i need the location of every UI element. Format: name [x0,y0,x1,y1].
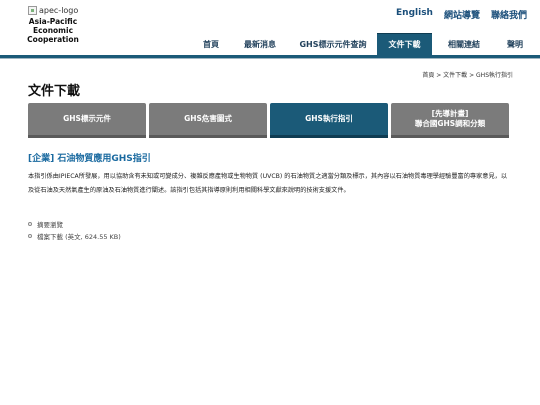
description-text: 本指引係由IPIECA所發展，用以協助含有未知或可變成分、複雜反應產物或生物物質… [28,173,508,194]
nav-underline-shadow [0,58,540,59]
tab-ghs-label-elements[interactable]: GHS標示元件 [28,103,146,138]
nav-statement[interactable]: 聲明 [496,33,534,55]
summary-view-link[interactable]: 摘要瀏覽 [37,219,63,229]
nav-links[interactable]: 相關連結 [432,33,496,55]
main-nav: 首頁 最新消息 GHS標示元件查詢 文件下載 相關連結 聲明 [191,33,534,55]
nav-ghs-query[interactable]: GHS標示元件查詢 [289,33,377,55]
logo-text: Asia-Pacific Economic Cooperation [8,17,98,44]
tab-pilot-project[interactable]: [先導計畫] 聯合國GHS調和分類 [391,103,509,138]
list-item: 檔案下載 (英文, 624.55 KB) [28,230,121,242]
logo-line1: Asia-Pacific [28,17,78,26]
nav-home[interactable]: 首頁 [191,33,231,55]
breadcrumb: 首頁 > 文件下載 > GHS執行指引 [422,72,513,79]
logo-area[interactable]: apec-logo Asia-Pacific Economic Cooperat… [8,6,98,44]
logo-alt-text: apec-logo [39,6,79,15]
utility-links: English 網站導覽 聯絡我們 [396,8,527,21]
nav-news[interactable]: 最新消息 [231,33,289,55]
tab-label: GHS執行指引 [305,114,353,123]
logo-line2: Economic Cooperation [27,26,79,44]
apec-logo[interactable]: apec-logo [28,6,98,15]
tab-label: GHS危害圖式 [184,114,232,123]
english-link[interactable]: English [396,8,433,21]
tab-label-line1: [先導計畫] [431,109,469,118]
document-links: 摘要瀏覽 檔案下載 (英文, 624.55 KB) [28,218,121,242]
page-title: 文件下載 [28,84,81,99]
section-title: [企業] 石油物質應用GHS指引 [28,154,151,164]
sitemap-link[interactable]: 網站導覽 [444,8,480,21]
circle-bullet-icon [28,222,32,226]
page: apec-logo Asia-Pacific Economic Cooperat… [0,0,540,405]
tab-label: GHS標示元件 [63,114,111,123]
nav-downloads[interactable]: 文件下載 [377,33,432,55]
broken-image-icon [28,6,37,15]
file-download-link[interactable]: 檔案下載 (英文, 624.55 KB) [37,231,121,241]
tab-label-line2: 聯合國GHS調和分類 [414,119,486,128]
contact-link[interactable]: 聯絡我們 [491,8,527,21]
tab-ghs-guidance[interactable]: GHS執行指引 [270,103,388,138]
download-tabs: GHS標示元件 GHS危害圖式 GHS執行指引 [先導計畫] 聯合國GHS調和分… [28,103,509,138]
list-item: 摘要瀏覽 [28,218,121,230]
tab-ghs-pictograms[interactable]: GHS危害圖式 [149,103,267,138]
circle-bullet-icon [28,234,32,238]
